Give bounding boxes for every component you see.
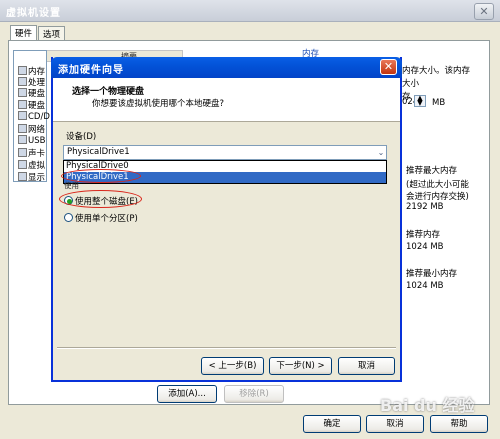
- radio-use-single-partition[interactable]: [64, 213, 73, 222]
- device-item-display[interactable]: 显示: [18, 171, 45, 183]
- remove-device-button[interactable]: 移除(R): [224, 385, 284, 403]
- recommended-value: 1024 MB: [406, 242, 444, 252]
- min-recommended-label: 推荐最小内存: [406, 269, 458, 279]
- memory-spinner[interactable]: ▲ ▼: [414, 95, 426, 107]
- memory-size-input[interactable]: 024: [402, 97, 418, 107]
- vm-settings-titlebar: [0, 0, 500, 22]
- chevron-down-icon[interactable]: ⌄: [376, 146, 386, 159]
- device-label: 设备(D): [66, 132, 97, 142]
- next-button[interactable]: 下一步(N) >: [269, 357, 332, 375]
- max-recommended-note1: (超过此大小可能: [406, 180, 469, 190]
- harddisk-icon: [18, 100, 27, 109]
- device-item-cdrom[interactable]: CD/D: [18, 111, 50, 122]
- device-item-usb[interactable]: USB: [18, 135, 45, 146]
- virtual-device-icon: [18, 160, 27, 169]
- max-recommended-value: 2192 MB: [406, 202, 444, 212]
- device-item-harddisk-2[interactable]: 硬盘: [18, 99, 45, 111]
- min-recommended-value: 1024 MB: [406, 281, 444, 291]
- device-item-harddisk-1[interactable]: 硬盘: [18, 87, 45, 99]
- annotation-circle: [59, 190, 142, 208]
- device-item-virtual[interactable]: 虚拟: [18, 159, 45, 171]
- wizard-separator: [57, 347, 396, 349]
- watermark: Bai du 经验: [380, 396, 475, 415]
- back-button[interactable]: < 上一步(B): [201, 357, 264, 375]
- wizard-header-title: 选择一个物理硬盘: [72, 87, 145, 97]
- add-device-button[interactable]: 添加(A)...: [157, 385, 217, 403]
- usage-group-label: 使用: [64, 181, 79, 190]
- cancel-button[interactable]: 取消: [366, 415, 424, 433]
- wizard-cancel-button[interactable]: 取消: [338, 357, 395, 375]
- recommended-label: 推荐内存: [406, 230, 441, 240]
- memory-desc-line2: 大小: [402, 79, 420, 89]
- tab-options[interactable]: 选项: [38, 26, 66, 41]
- sound-icon: [18, 148, 27, 157]
- close-icon[interactable]: ✕: [474, 3, 494, 20]
- vm-settings-title: 虚拟机设置: [6, 8, 61, 19]
- device-item-sound[interactable]: 声卡: [18, 147, 45, 159]
- memory-icon: [18, 66, 27, 75]
- memory-desc-line1: 内存大小。该内存: [402, 66, 471, 76]
- display-icon: [18, 172, 27, 181]
- processor-icon: [18, 77, 27, 86]
- wizard-title: 添加硬件向导: [58, 65, 124, 76]
- network-icon: [18, 124, 27, 133]
- wizard-header-subtitle: 你想要该虚拟机使用哪个本地硬盘?: [92, 99, 225, 109]
- max-recommended-label: 推荐最大内存: [406, 166, 458, 176]
- usb-icon: [18, 135, 27, 144]
- max-recommended-note2: 会进行内存交换): [406, 192, 469, 202]
- memory-unit: MB: [432, 98, 446, 108]
- use-single-partition-label[interactable]: 使用单个分区(P): [75, 212, 138, 224]
- device-combobox-value: PhysicalDrive1: [67, 147, 130, 157]
- device-item-network[interactable]: 网络: [18, 123, 45, 135]
- close-icon[interactable]: ✕: [380, 59, 397, 75]
- cdrom-icon: [18, 111, 27, 120]
- harddisk-icon: [18, 88, 27, 97]
- ok-button[interactable]: 确定: [303, 415, 361, 433]
- help-button[interactable]: 帮助: [430, 415, 488, 433]
